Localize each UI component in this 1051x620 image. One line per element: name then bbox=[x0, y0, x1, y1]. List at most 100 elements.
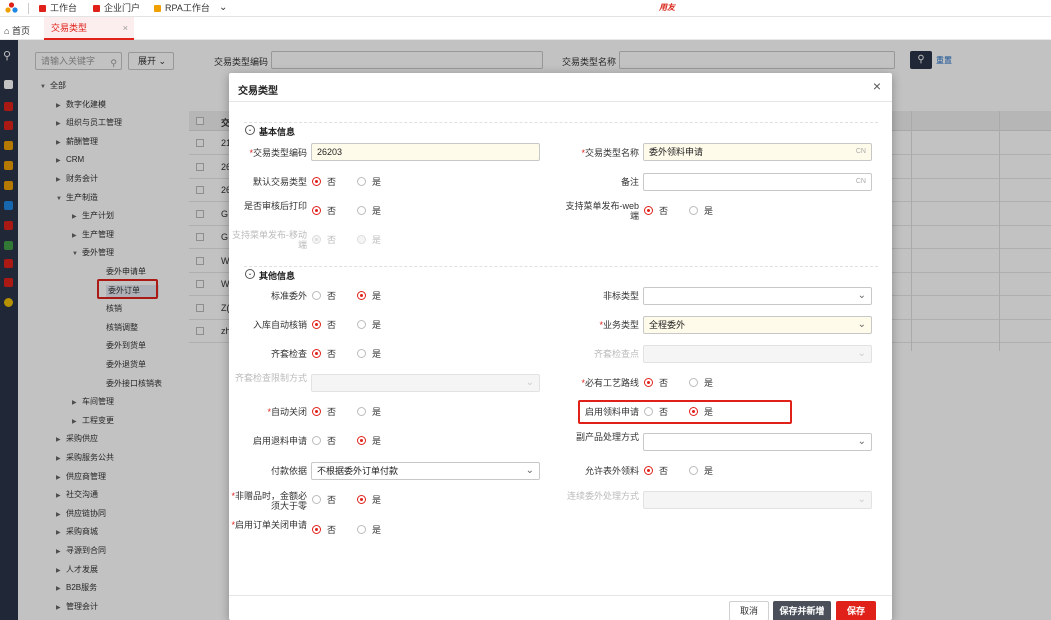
radio-yes[interactable]: 是 bbox=[357, 177, 381, 187]
radio-yes[interactable]: 是 bbox=[689, 206, 713, 216]
allow-outside-pick-radio: 否是 bbox=[644, 466, 734, 476]
allow-outside-pick-label: 允许表外领料 bbox=[584, 466, 639, 476]
top-tab-workbench[interactable]: 工作台 bbox=[39, 0, 77, 17]
app-logo-icon[interactable] bbox=[5, 2, 18, 15]
close-icon[interactable]: × bbox=[873, 78, 881, 94]
radio-yes[interactable]: 是 bbox=[357, 436, 381, 446]
radio-no[interactable]: 否 bbox=[644, 206, 668, 216]
std-outsourcing-radio: 否是 bbox=[312, 291, 402, 301]
home-icon: ⌂ bbox=[4, 26, 10, 36]
radio-no[interactable]: 否 bbox=[312, 495, 336, 505]
payment-basis-label: 付款依据 bbox=[270, 466, 307, 476]
close-icon[interactable]: × bbox=[123, 17, 128, 39]
top-tab-portal[interactable]: 企业门户 bbox=[93, 0, 140, 17]
chevron-down-icon: ⌄ bbox=[857, 290, 866, 301]
home-tab[interactable]: ⌂ 首页 bbox=[4, 24, 30, 37]
payment-basis-select[interactable]: 不根据委外订单付款 ⌄ bbox=[311, 462, 540, 480]
kit-check-point-select: ⌄ bbox=[643, 345, 872, 363]
radio-yes[interactable]: 是 bbox=[357, 206, 381, 216]
page-tab-bar: ⌂ 首页 bbox=[0, 17, 1051, 40]
workbench-icon bbox=[39, 5, 46, 12]
top-tab-rpa[interactable]: RPA工作台 bbox=[154, 0, 210, 17]
chevron-down-icon: ⌄ bbox=[525, 465, 534, 476]
route-label: *必有工艺路线 bbox=[581, 378, 639, 388]
radio-yes[interactable]: 是 bbox=[357, 291, 381, 301]
collapse-icon[interactable]: ⌄ bbox=[245, 269, 255, 279]
return-request-label: 启用退料申请 bbox=[252, 436, 307, 446]
radio-no[interactable]: 否 bbox=[644, 378, 668, 388]
divider bbox=[28, 3, 29, 14]
name-input[interactable]: 委外领料申请 CN bbox=[643, 143, 872, 161]
top-bar: 工作台 企业门户 RPA工作台 ⌄ 用友 bbox=[0, 0, 1051, 17]
auto-close-label: *自动关闭 bbox=[267, 407, 307, 417]
kit-check-label: 齐套检查 bbox=[270, 349, 307, 359]
menu-mobile-radio: 否是 bbox=[312, 235, 402, 245]
dialog-title: 交易类型 bbox=[238, 86, 278, 97]
save-and-new-button[interactable]: 保存并新增 bbox=[773, 601, 831, 620]
return-request-radio: 否是 bbox=[312, 436, 402, 446]
radio-no[interactable]: 否 bbox=[312, 177, 336, 187]
radio-yes[interactable]: 是 bbox=[357, 320, 381, 330]
code-input[interactable]: 26203 bbox=[311, 143, 540, 161]
divider bbox=[229, 101, 892, 102]
kit-check-radio: 否是 bbox=[312, 349, 402, 359]
nongift-amount-label: *非赠品时，金额必须大于零 bbox=[231, 491, 307, 511]
menu-mobile-label: 支持菜单发布-移动端 bbox=[232, 230, 307, 250]
biz-type-select[interactable]: 全程委外 ⌄ bbox=[643, 316, 872, 334]
radio-yes[interactable]: 是 bbox=[357, 407, 381, 417]
continuous-outsourcing-label: 连续委外处理方式 bbox=[566, 491, 639, 501]
portal-icon bbox=[93, 5, 100, 12]
divider bbox=[229, 595, 892, 596]
print-after-audit-radio: 否是 bbox=[312, 206, 402, 216]
radio-yes: 是 bbox=[357, 235, 381, 245]
save-button[interactable]: 保存 bbox=[836, 601, 876, 620]
chevron-down-icon[interactable]: ⌄ bbox=[219, 2, 227, 13]
byproduct-label: 副产品处理方式 bbox=[575, 432, 639, 442]
order-close-request-radio: 否是 bbox=[312, 525, 402, 535]
nonstd-type-select[interactable]: ⌄ bbox=[643, 287, 872, 305]
code-label: *交易类型编码 bbox=[249, 148, 307, 158]
remark-input[interactable]: CN bbox=[643, 173, 872, 191]
route-radio: 否是 bbox=[644, 378, 734, 388]
section-other-info[interactable]: ⌄ 其他信息 bbox=[244, 266, 878, 281]
byproduct-select[interactable]: ⌄ bbox=[643, 433, 872, 451]
language-badge[interactable]: CN bbox=[856, 174, 866, 190]
radio-no[interactable]: 否 bbox=[312, 206, 336, 216]
kit-check-point-label: 齐套检查点 bbox=[593, 349, 639, 359]
brand-logo: 用友 bbox=[659, 3, 675, 12]
radio-yes[interactable]: 是 bbox=[689, 378, 713, 388]
radio-yes[interactable]: 是 bbox=[357, 495, 381, 505]
transaction-type-dialog: 交易类型 × ⌄ 基本信息 *交易类型编码 26203 *交易类型名称 委外领料… bbox=[229, 73, 892, 620]
language-badge[interactable]: CN bbox=[856, 144, 866, 160]
auto-verify-radio: 否是 bbox=[312, 320, 402, 330]
radio-no[interactable]: 否 bbox=[312, 291, 336, 301]
radio-no[interactable]: 否 bbox=[312, 436, 336, 446]
radio-no[interactable]: 否 bbox=[312, 349, 336, 359]
nonstd-type-label: 非标类型 bbox=[602, 291, 639, 301]
chevron-down-icon: ⌄ bbox=[857, 436, 866, 447]
tab-transaction-type[interactable]: 交易类型 × bbox=[44, 17, 134, 40]
radio-no[interactable]: 否 bbox=[312, 320, 336, 330]
highlight-box-form bbox=[578, 400, 792, 424]
order-close-request-label: *启用订单关闭申请 bbox=[231, 520, 307, 530]
kit-limit-select: ⌄ bbox=[311, 374, 540, 392]
chevron-down-icon: ⌄ bbox=[857, 348, 866, 359]
continuous-outsourcing-select: ⌄ bbox=[643, 491, 872, 509]
cancel-button[interactable]: 取消 bbox=[729, 601, 769, 620]
radio-yes[interactable]: 是 bbox=[357, 349, 381, 359]
chevron-down-icon: ⌄ bbox=[857, 494, 866, 505]
std-outsourcing-label: 标准委外 bbox=[270, 291, 307, 301]
radio-no[interactable]: 否 bbox=[312, 525, 336, 535]
section-basic-info[interactable]: ⌄ 基本信息 bbox=[244, 122, 878, 137]
kit-limit-label: 齐套检查限制方式 bbox=[234, 373, 307, 383]
biz-type-label: *业务类型 bbox=[599, 320, 639, 330]
auto-close-radio: 否是 bbox=[312, 407, 402, 417]
default-type-radio: 否是 bbox=[312, 177, 402, 187]
radio-no[interactable]: 否 bbox=[644, 466, 668, 476]
radio-yes[interactable]: 是 bbox=[689, 466, 713, 476]
radio-yes[interactable]: 是 bbox=[357, 525, 381, 535]
chevron-down-icon: ⌄ bbox=[525, 377, 534, 388]
collapse-icon[interactable]: ⌄ bbox=[245, 125, 255, 135]
radio-no[interactable]: 否 bbox=[312, 407, 336, 417]
radio-no: 否 bbox=[312, 235, 336, 245]
